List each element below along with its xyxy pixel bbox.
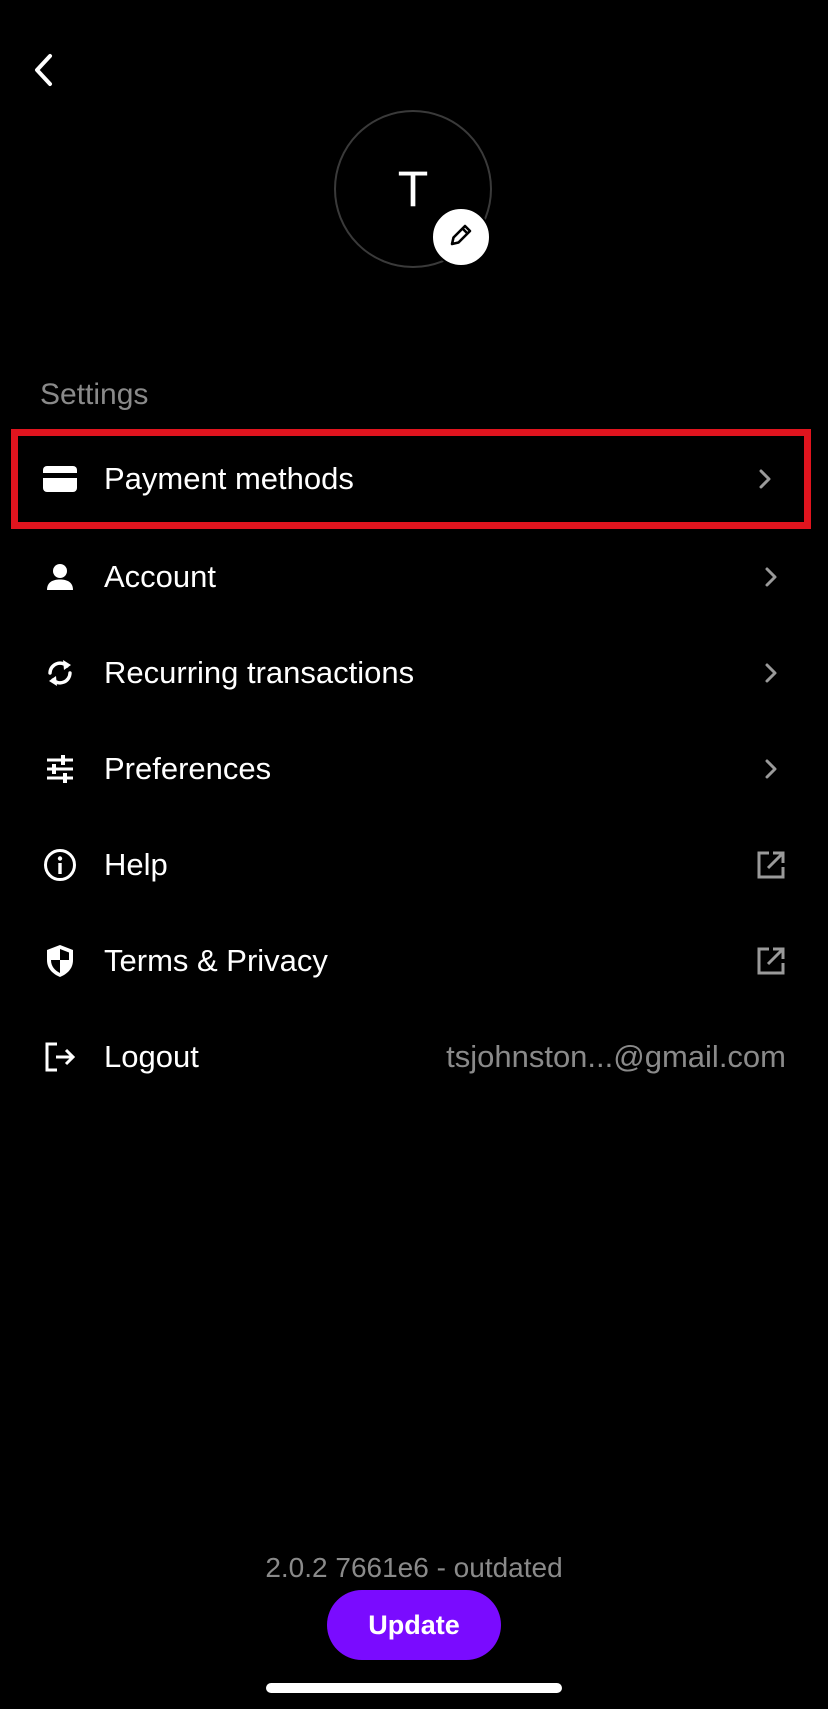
shield-icon bbox=[40, 941, 80, 981]
account-email: tsjohnston...@gmail.com bbox=[446, 1039, 786, 1074]
app-version: 2.0.2 7661e6 - outdated bbox=[265, 1552, 563, 1583]
settings-item-logout[interactable]: Logout tsjohnston...@gmail.com bbox=[0, 1009, 828, 1105]
external-link-icon bbox=[754, 944, 788, 978]
settings-item-account[interactable]: Account bbox=[0, 529, 828, 625]
refresh-icon bbox=[40, 653, 80, 693]
settings-section-label: Settings bbox=[40, 378, 149, 411]
settings-item-help[interactable]: Help bbox=[0, 817, 828, 913]
sliders-icon bbox=[40, 749, 80, 789]
settings-item-label: Preferences bbox=[104, 751, 272, 786]
chevron-right-icon bbox=[754, 560, 788, 594]
credit-card-icon bbox=[40, 459, 80, 499]
settings-item-label: Terms & Privacy bbox=[104, 943, 328, 978]
settings-item-payment-methods[interactable]: Payment methods bbox=[11, 429, 811, 529]
chevron-left-icon bbox=[29, 50, 59, 95]
chevron-right-icon bbox=[754, 656, 788, 690]
settings-item-terms-privacy[interactable]: Terms & Privacy bbox=[0, 913, 828, 1009]
settings-item-label: Account bbox=[104, 559, 217, 594]
external-link-icon bbox=[754, 848, 788, 882]
home-indicator bbox=[266, 1683, 562, 1693]
back-button[interactable] bbox=[22, 50, 66, 94]
logout-icon bbox=[40, 1037, 80, 1077]
pencil-icon bbox=[446, 220, 476, 255]
chevron-right-icon bbox=[754, 752, 788, 786]
settings-list: Payment methods Account Recurring transa… bbox=[0, 429, 828, 1105]
settings-item-recurring-transactions[interactable]: Recurring transactions bbox=[0, 625, 828, 721]
info-icon bbox=[40, 845, 80, 885]
settings-item-label: Logout bbox=[104, 1039, 199, 1074]
settings-item-label: Payment methods bbox=[104, 461, 354, 496]
update-button[interactable]: Update bbox=[327, 1590, 501, 1660]
settings-item-label: Recurring transactions bbox=[104, 655, 415, 690]
person-icon bbox=[40, 557, 80, 597]
settings-item-label: Help bbox=[104, 847, 168, 882]
avatar-initial: T bbox=[397, 161, 429, 217]
settings-item-preferences[interactable]: Preferences bbox=[0, 721, 828, 817]
chevron-right-icon bbox=[748, 462, 782, 496]
edit-avatar-button[interactable] bbox=[431, 207, 491, 267]
